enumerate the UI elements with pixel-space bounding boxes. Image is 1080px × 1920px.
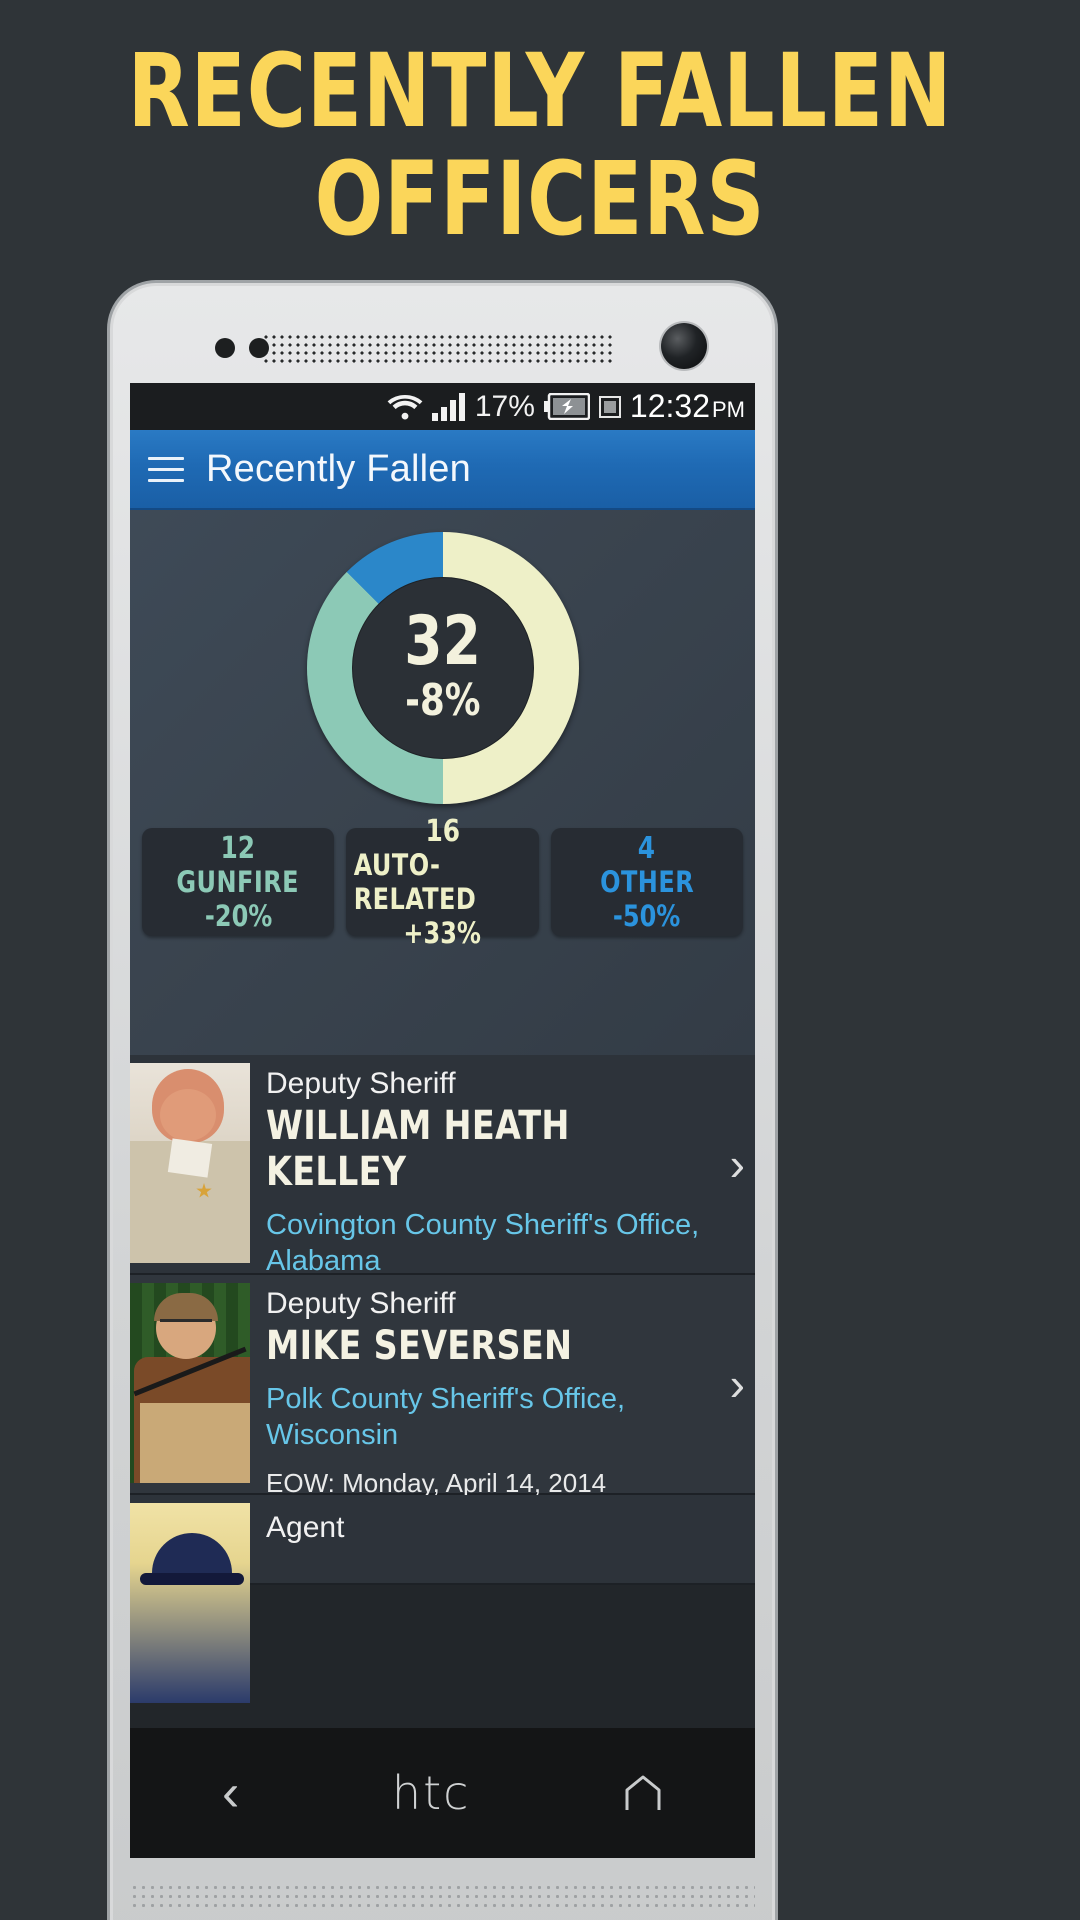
- stat-card-row: 12 GUNFIRE -20% 16 AUTO-RELATED +33% 4 O…: [142, 816, 743, 950]
- dashboard-panel: 32 -8% 12 GUNFIRE -20% 16 AUTO-RELATED +…: [130, 510, 755, 1055]
- list-item[interactable]: Deputy Sheriff WILLIAM HEATH KELLEY Covi…: [130, 1055, 755, 1324]
- stat-card-auto-related[interactable]: 16 AUTO-RELATED +33%: [346, 816, 539, 950]
- app-bar-title: Recently Fallen: [206, 447, 471, 490]
- stat-card-gunfire[interactable]: 12 GUNFIRE -20%: [142, 828, 335, 936]
- cellular-signal-icon: [431, 392, 466, 421]
- android-status-bar: 17% 12:32 PM: [130, 383, 755, 430]
- hamburger-menu-icon[interactable]: [148, 456, 184, 482]
- chevron-left-icon[interactable]: ‹: [222, 1767, 239, 1819]
- stat-card-number: 12: [220, 831, 256, 866]
- stat-card-delta: +33%: [403, 916, 482, 950]
- donut-chart[interactable]: 32 -8%: [306, 532, 579, 804]
- stat-card-delta: -50%: [613, 899, 681, 933]
- officer-name: WILLIAM HEATH KELLEY: [266, 1103, 570, 1195]
- stat-card-other[interactable]: 4 OTHER -50%: [550, 828, 743, 936]
- donut-total-value: 32: [404, 602, 481, 681]
- stat-card-number: 16: [425, 814, 460, 849]
- officer-rank: Deputy Sheriff: [266, 1287, 456, 1320]
- promo-screenshot: RECENTLY FALLEN OFFICERS 17% 12:32 PM Re…: [0, 0, 1080, 1920]
- list-item[interactable]: Agent: [130, 1495, 755, 1703]
- officer-photo: [130, 1063, 250, 1263]
- phone-screen: 17% 12:32 PM Recently Fallen 32 -8% 12 G…: [130, 383, 755, 1728]
- phone-device: 17% 12:32 PM Recently Fallen 32 -8% 12 G…: [110, 283, 775, 1920]
- battery-charging-icon: [543, 393, 590, 420]
- officer-agency: Polk County Sheriff's Office, Wisconsin: [266, 1383, 626, 1451]
- officer-name: MIKE SEVERSEN: [266, 1323, 573, 1369]
- earpiece-speaker-grille: [262, 333, 612, 363]
- officer-rank: Deputy Sheriff: [266, 1067, 456, 1100]
- promo-headline: RECENTLY FALLEN OFFICERS: [65, 38, 1015, 254]
- htc-logo: htc: [391, 1766, 471, 1820]
- officer-photo: [130, 1503, 250, 1703]
- clock-time: 12:32: [629, 388, 710, 424]
- bottom-speaker-grille: [130, 1883, 755, 1909]
- device-nav-bar: ‹ htc: [130, 1728, 755, 1858]
- stat-card-label: AUTO-RELATED: [354, 848, 477, 916]
- status-clock: 12:32 PM: [630, 388, 745, 425]
- stat-card-label: GUNFIRE: [176, 865, 300, 899]
- stat-card-label: OTHER: [599, 865, 694, 899]
- chevron-right-icon[interactable]: ›: [730, 1357, 745, 1411]
- phone-bottom-bezel: ‹ htc: [130, 1728, 755, 1858]
- chevron-right-icon[interactable]: ›: [730, 1137, 745, 1191]
- officer-list[interactable]: Deputy Sheriff WILLIAM HEATH KELLEY Covi…: [130, 1055, 755, 1728]
- officer-photo: [130, 1283, 250, 1483]
- status-square-icon: [598, 395, 621, 418]
- proximity-sensor-icon: [215, 338, 269, 358]
- front-camera-icon: [661, 323, 707, 369]
- home-icon[interactable]: [623, 1774, 663, 1812]
- donut-center: 32 -8%: [351, 577, 534, 759]
- wifi-icon: [387, 393, 423, 421]
- battery-percent-label: 17%: [474, 389, 535, 423]
- promo-headline-line2: OFFICERS: [314, 140, 766, 259]
- stat-card-delta: -20%: [204, 899, 272, 933]
- clock-ampm: PM: [712, 397, 745, 422]
- list-item[interactable]: Deputy Sheriff MIKE SEVERSEN Polk County…: [130, 1275, 755, 1498]
- donut-delta-value: -8%: [404, 675, 481, 726]
- promo-headline-line1: RECENTLY FALLEN: [127, 32, 953, 151]
- app-bar: Recently Fallen: [130, 430, 755, 510]
- officer-rank: Agent: [266, 1511, 345, 1544]
- officer-agency: Covington County Sheriff's Office, Alaba…: [266, 1209, 700, 1277]
- stat-card-number: 4: [638, 831, 656, 866]
